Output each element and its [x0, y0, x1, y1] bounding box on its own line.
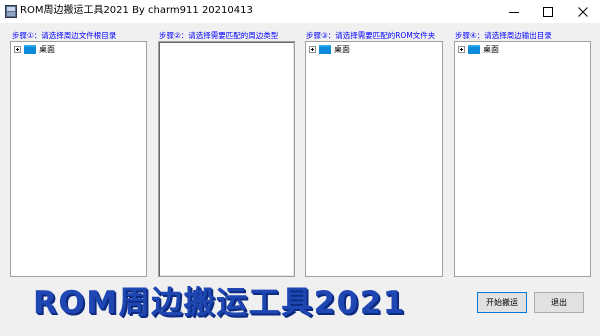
- maximize-icon: [543, 6, 553, 17]
- step2-label: 步骤②：请选择需要匹配的周边类型: [159, 31, 279, 40]
- desktop-folder-icon: [319, 45, 331, 54]
- tree-node-desktop[interactable]: 桌面: [309, 44, 350, 55]
- desktop-folder-icon: [24, 45, 36, 54]
- minimize-icon: [509, 11, 519, 13]
- app-window: ROM周边搬运工具2021 By charm911 20210413 步骤①：请…: [0, 0, 600, 336]
- expand-icon[interactable]: [309, 46, 316, 53]
- expand-icon[interactable]: [458, 46, 465, 53]
- tree-node-desktop[interactable]: 桌面: [14, 44, 55, 55]
- start-transfer-button[interactable]: 开始搬运: [477, 292, 527, 313]
- step4-output-tree[interactable]: 桌面: [454, 41, 591, 277]
- title-bar[interactable]: ROM周边搬运工具2021 By charm911 20210413: [0, 0, 600, 23]
- close-icon: [578, 6, 588, 17]
- tree-node-label: 桌面: [39, 44, 55, 54]
- step3-folder-tree[interactable]: 桌面: [305, 41, 443, 277]
- maximize-button[interactable]: [531, 0, 565, 23]
- close-button[interactable]: [566, 0, 600, 23]
- app-banner: ROM周边搬运工具2021: [33, 285, 406, 321]
- step2-type-list[interactable]: [158, 41, 295, 277]
- tree-node-label: 桌面: [334, 44, 350, 54]
- step4-label: 步骤④：请选择周边输出目录: [455, 31, 552, 40]
- minimize-button[interactable]: [497, 0, 531, 23]
- tree-node-label: 桌面: [483, 44, 499, 54]
- tree-node-desktop[interactable]: 桌面: [458, 44, 499, 55]
- window-title: ROM周边搬运工具2021 By charm911 20210413: [20, 5, 253, 16]
- exit-button[interactable]: 退出: [534, 292, 584, 313]
- step1-folder-tree[interactable]: 桌面: [10, 41, 147, 277]
- step3-label: 步骤③：请选择需要匹配的ROM文件夹: [306, 31, 436, 40]
- step1-label: 步骤①：请选择周边文件根目录: [12, 31, 117, 40]
- expand-icon[interactable]: [14, 46, 21, 53]
- desktop-folder-icon: [468, 45, 480, 54]
- app-icon: [5, 5, 17, 18]
